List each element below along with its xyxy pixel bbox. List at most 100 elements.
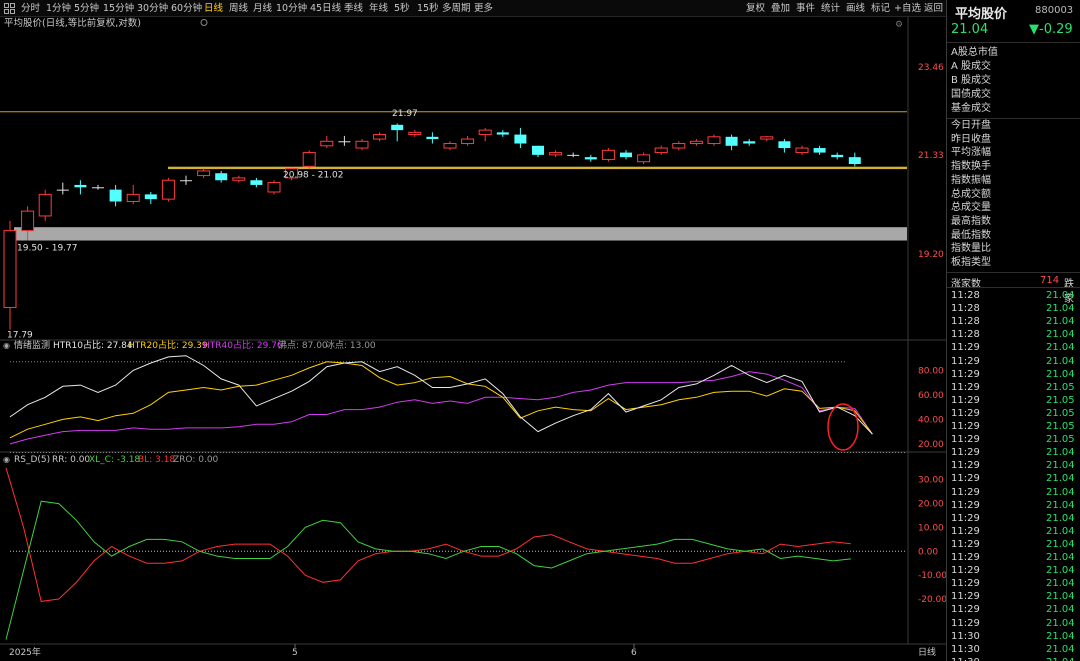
toolbar-button[interactable]: +自选 <box>894 0 921 17</box>
tick-price: 21.04 <box>1046 355 1075 367</box>
timeframe-tab[interactable]: 更多 <box>474 0 493 17</box>
tick-time: 11:28 <box>951 329 980 341</box>
toolbar-button[interactable]: 画线 <box>846 0 865 17</box>
candle-body <box>267 182 281 193</box>
sentiment-y-label: 20.00 <box>918 440 944 450</box>
candle-body <box>831 154 844 158</box>
candle-body <box>689 140 703 145</box>
candle-body <box>443 143 457 149</box>
timeframe-tab[interactable]: 45日线 <box>310 0 341 17</box>
candle-body <box>461 138 475 145</box>
tick-time: 11:29 <box>951 591 980 603</box>
timeframe-tab[interactable]: 周线 <box>229 0 248 17</box>
timeframe-tab[interactable]: 5秒 <box>394 0 410 17</box>
timeframe-tab[interactable]: 分时 <box>21 0 40 17</box>
rr-label: RR: 0.00 <box>52 455 90 465</box>
candle-body <box>514 134 527 144</box>
tick-row: 11:30 21.04 <box>947 643 1080 656</box>
stat-item: 总成交额 <box>951 188 991 200</box>
candle-body <box>567 154 580 156</box>
tick-price: 21.04 <box>1046 656 1075 661</box>
timeframe-tab[interactable]: 1分钟 <box>46 0 71 17</box>
tick-time: 11:29 <box>951 460 980 472</box>
tick-price: 21.04 <box>1046 290 1075 301</box>
timeframe-tab[interactable]: 60分钟 <box>171 0 202 17</box>
tick-time: 11:29 <box>951 525 980 537</box>
tick-price: 21.04 <box>1046 447 1075 459</box>
timeframe-tab[interactable]: 15秒 <box>417 0 439 17</box>
rsd-title: RS_D(5) <box>14 455 50 465</box>
freeze-point-label: 冰点: 13.00 <box>326 339 376 351</box>
tick-time: 11:29 <box>951 355 980 367</box>
tick-row: 11:30 21.04 <box>947 630 1080 643</box>
toolbar-button[interactable]: 叠加 <box>771 0 790 17</box>
timeframe-tab[interactable]: 多周期 <box>442 0 471 17</box>
market-info-item: B 股成交 <box>951 75 992 86</box>
stat-item: 指数振幅 <box>951 174 991 186</box>
divider <box>947 42 1080 43</box>
stat-item: 平均涨幅 <box>951 147 991 159</box>
tick-row: 11:29 21.04 <box>947 355 1080 368</box>
stat-item: 最低指数 <box>951 229 991 241</box>
tick-row: 11:29 21.05 <box>947 394 1080 407</box>
tick-row: 11:29 21.05 <box>947 420 1080 433</box>
candle-body <box>92 187 104 189</box>
settings-icon <box>200 19 208 26</box>
chart-area[interactable]: 平均股价(日线,等比前复权,对数) ⚙ 23.46 21.33 19.20 21.97 17… <box>0 17 947 661</box>
tick-price: 21.04 <box>1046 499 1075 511</box>
period-label: 日线 <box>918 646 936 658</box>
tick-row: 11:29 21.04 <box>947 341 1080 354</box>
sentiment-title: 情绪监测 <box>14 339 50 351</box>
stat-item: 指数换手 <box>951 161 991 173</box>
candle-body <box>620 152 632 158</box>
timeframe-tab[interactable]: 10分钟 <box>276 0 307 17</box>
tick-time: 11:29 <box>951 578 980 590</box>
tick-price: 21.05 <box>1046 421 1075 432</box>
tick-row: 11:29 21.04 <box>947 472 1080 485</box>
tick-row: 11:29 21.04 <box>947 564 1080 577</box>
low-annotation: 17.79 <box>7 331 33 341</box>
timeframe-tab[interactable]: 年线 <box>369 0 388 17</box>
toolbar-button[interactable]: 返回 <box>924 0 943 17</box>
market-info-item: 国债成交 <box>951 89 991 100</box>
tick-price: 21.04 <box>1046 643 1075 655</box>
chart-canvas[interactable]: 平均股价(日线,等比前复权,对数) ⚙ 23.46 21.33 19.20 21.97 17… <box>0 17 947 661</box>
toolbar-button[interactable]: 统计 <box>821 0 840 17</box>
x-axis-label: 2025年 <box>9 646 41 658</box>
tick-time: 11:29 <box>951 447 980 459</box>
tick-row: 11:29 21.04 <box>947 368 1080 381</box>
tick-row: 11:29 21.04 <box>947 499 1080 512</box>
toolbar-button[interactable]: 标记 <box>871 0 890 17</box>
stat-item: 指数量比 <box>951 243 991 255</box>
timeframe-tab[interactable]: 季线 <box>344 0 363 17</box>
candle-body <box>760 136 774 140</box>
settings-gear-icon: ⚙ <box>895 20 903 30</box>
tick-row: 11:29 21.04 <box>947 577 1080 590</box>
sentiment-y-label: 40.00 <box>918 415 944 425</box>
tick-row: 11:29 21.04 <box>947 486 1080 499</box>
tick-row: 11:29 21.04 <box>947 446 1080 459</box>
htr10-line <box>9 355 873 435</box>
tick-row: 11:29 21.04 <box>947 525 1080 538</box>
timeframe-tab[interactable]: 日线 <box>204 0 223 17</box>
toolbar-button[interactable]: 复权 <box>746 0 765 17</box>
toolbar-button[interactable]: 事件 <box>796 0 815 17</box>
candle-body <box>813 148 826 153</box>
tick-row: 11:29 21.04 <box>947 551 1080 564</box>
tick-row: 11:29 21.05 <box>947 407 1080 420</box>
timeframe-tab[interactable]: 30分钟 <box>137 0 168 17</box>
tick-time: 11:29 <box>951 407 980 419</box>
tick-time: 11:28 <box>951 290 980 301</box>
timeframe-tab[interactable]: 5分钟 <box>74 0 99 17</box>
timeframe-tab[interactable]: 月线 <box>253 0 272 17</box>
htr20-label: HTR20占比: 29.39 <box>128 339 208 351</box>
candle-body <box>478 129 492 136</box>
candle-body <box>778 141 791 149</box>
timeframe-tab[interactable]: 15分钟 <box>103 0 134 17</box>
candle-body <box>584 157 597 160</box>
tick-time: 11:29 <box>951 552 980 563</box>
tick-time: 11:29 <box>951 486 980 498</box>
collapse-icon: ◉ <box>3 341 10 350</box>
grid-menu-icon[interactable] <box>4 3 15 14</box>
range-annotation: 20.98 - 21.02 <box>283 171 344 181</box>
